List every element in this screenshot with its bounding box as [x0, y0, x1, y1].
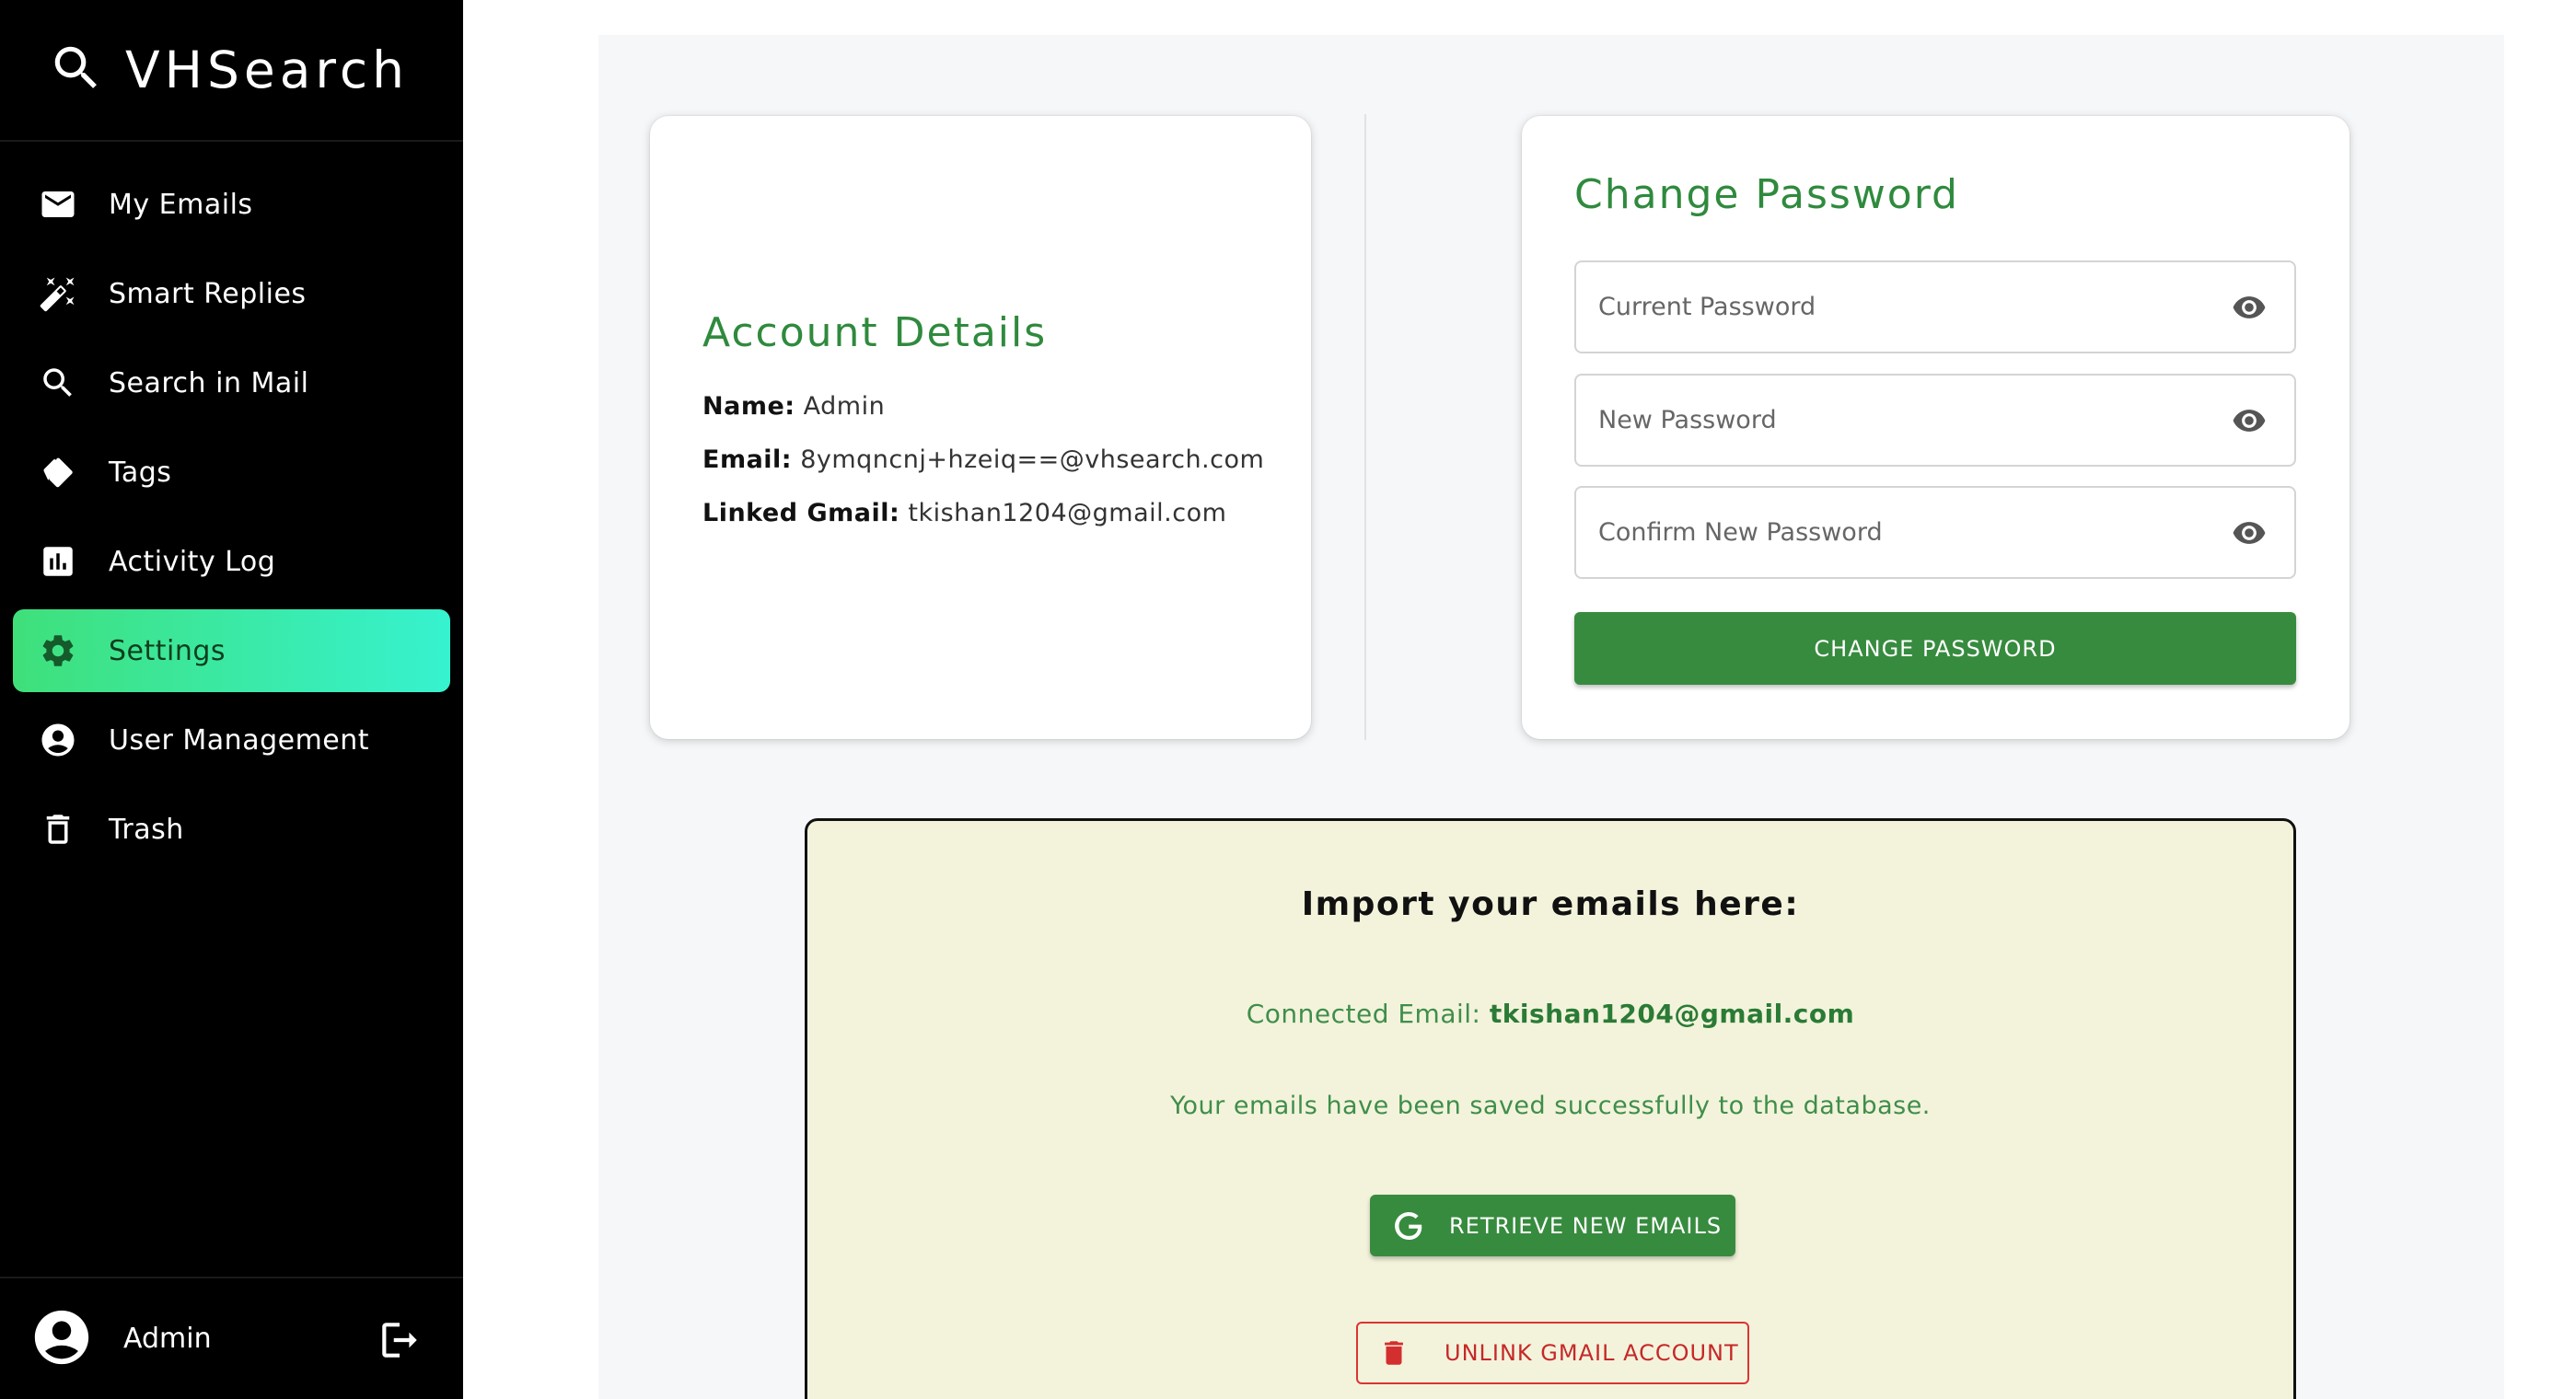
magic-wand-icon [39, 274, 77, 313]
connected-email-label: Connected Email: [1246, 999, 1481, 1029]
sidebar-item-label: Activity Log [109, 545, 276, 578]
retrieve-button-label: RETRIEVE NEW EMAILS [1449, 1212, 1723, 1239]
logout-icon[interactable] [377, 1317, 423, 1367]
sidebar-item-my-emails[interactable]: My Emails [13, 163, 450, 246]
sidebar-item-label: Settings [109, 634, 226, 667]
user-bar: Admin [0, 1277, 463, 1399]
connected-email-value: tkishan1204@gmail.com [1489, 999, 1855, 1029]
current-password-input[interactable] [1598, 262, 2187, 352]
trash-icon [1378, 1337, 1410, 1369]
account-name-key: Name: [702, 392, 795, 421]
eye-icon[interactable] [2230, 515, 2269, 554]
new-password-input[interactable] [1598, 376, 2187, 465]
user-name: Admin [123, 1323, 212, 1355]
mail-icon [39, 185, 77, 224]
trash-icon [39, 810, 77, 849]
sidebar-item-label: Tags [109, 456, 172, 489]
avatar[interactable] [29, 1305, 94, 1373]
new-password-field [1574, 374, 2296, 467]
sidebar-item-user-management[interactable]: User Management [13, 699, 450, 781]
account-email-key: Email: [702, 445, 793, 474]
bar-chart-icon [39, 542, 77, 581]
sidebar-item-search-in-mail[interactable]: Search in Mail [13, 341, 450, 424]
account-email-value: 8ymqncnj+hzeiq==@vhsearch.com [800, 445, 1265, 474]
sidebar-item-tags[interactable]: Tags [13, 431, 450, 514]
account-circle-icon [39, 721, 77, 759]
sidebar-item-label: Search in Mail [109, 366, 309, 399]
sidebar-item-label: User Management [109, 723, 370, 757]
app-name: VHSearch [125, 40, 409, 99]
vertical-divider [1364, 114, 1366, 740]
account-gmail-key: Linked Gmail: [702, 499, 900, 527]
confirm-password-input[interactable] [1598, 488, 2187, 577]
import-emails-panel: Import your emails here: Connected Email… [805, 818, 2296, 1399]
eye-icon[interactable] [2230, 403, 2269, 442]
unlink-gmail-button[interactable]: UNLINK GMAIL ACCOUNT [1356, 1322, 1749, 1384]
change-password-card: Change Password CHANGE PASSWORD [1522, 116, 2350, 739]
sidebar-item-smart-replies[interactable]: Smart Replies [13, 252, 450, 335]
account-name-value: Admin [803, 392, 886, 421]
save-status-message: Your emails have been saved successfully… [1170, 1092, 1931, 1120]
account-name-row: Name: Admin [702, 392, 885, 421]
gear-icon [39, 631, 77, 670]
sidebar-item-trash[interactable]: Trash [13, 788, 450, 871]
connected-email-row: Connected Email: tkishan1204@gmail.com [807, 999, 2293, 1029]
tags-icon [39, 453, 77, 491]
eye-icon[interactable] [2230, 290, 2269, 329]
sidebar-nav: My Emails Smart Replies Search in Mail T… [0, 142, 463, 871]
brand[interactable]: VHSearch [0, 0, 463, 142]
account-details-card: Account Details Name: Admin Email: 8ymqn… [650, 116, 1311, 739]
sidebar: VHSearch My Emails Smart Replies Search … [0, 0, 463, 1399]
sidebar-item-label: Trash [109, 813, 184, 846]
sidebar-item-settings[interactable]: Settings [13, 609, 450, 692]
sidebar-item-label: My Emails [109, 188, 253, 221]
search-icon [48, 40, 105, 100]
retrieve-new-emails-button[interactable]: RETRIEVE NEW EMAILS [1370, 1195, 1735, 1256]
current-password-field [1574, 260, 2296, 353]
confirm-password-field [1574, 486, 2296, 579]
change-password-button[interactable]: CHANGE PASSWORD [1574, 612, 2296, 685]
account-gmail-value: tkishan1204@gmail.com [908, 499, 1227, 527]
account-details-title: Account Details [702, 309, 1048, 356]
google-icon [1392, 1209, 1425, 1243]
sidebar-item-activity-log[interactable]: Activity Log [13, 520, 450, 603]
account-email-row: Email: 8ymqncnj+hzeiq==@vhsearch.com [702, 445, 1264, 474]
unlink-button-label: UNLINK GMAIL ACCOUNT [1445, 1340, 1739, 1366]
search-icon [39, 364, 77, 402]
account-gmail-row: Linked Gmail: tkishan1204@gmail.com [702, 499, 1226, 527]
import-title: Import your emails here: [1301, 885, 1800, 923]
change-password-title: Change Password [1574, 171, 1959, 218]
sidebar-item-label: Smart Replies [109, 277, 307, 310]
